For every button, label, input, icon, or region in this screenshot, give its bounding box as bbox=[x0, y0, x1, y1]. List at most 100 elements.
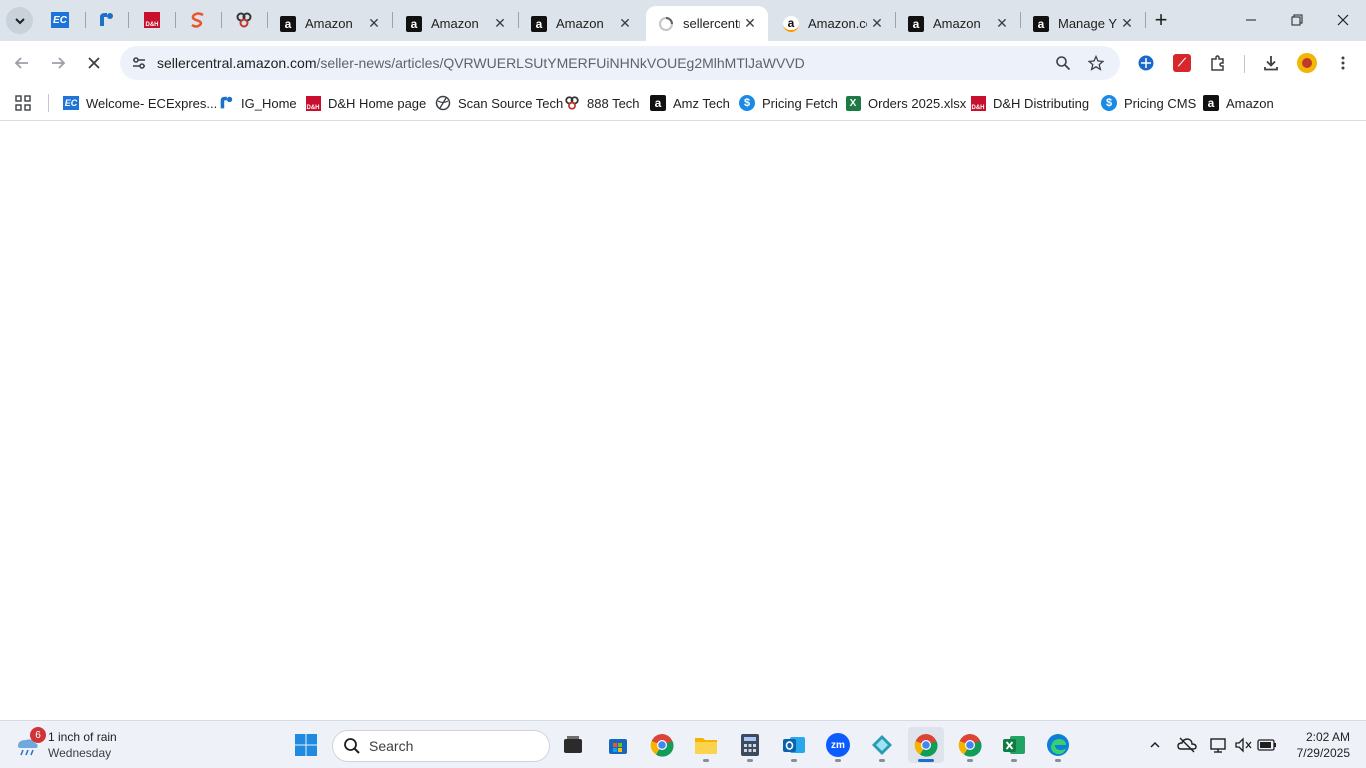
bookmark-dh-distributing[interactable]: D&H D&H Distributing bbox=[970, 90, 1089, 116]
acrobat-icon: ⟋ bbox=[1173, 54, 1191, 72]
bookmark-pricing-fetch[interactable]: $ Pricing Fetch bbox=[739, 90, 838, 116]
taskbar-search[interactable]: Search bbox=[332, 730, 550, 762]
battery-status[interactable] bbox=[1255, 733, 1279, 757]
tab-amazon-2[interactable]: a Amazon ✕ bbox=[394, 6, 518, 41]
bookmark-orders-xlsx[interactable]: X Orders 2025.xlsx bbox=[845, 90, 966, 116]
puzzle-icon bbox=[1211, 55, 1224, 71]
new-tab-button[interactable]: + bbox=[1149, 8, 1173, 32]
weather-summary: 1 inch of rain bbox=[48, 730, 117, 744]
close-icon[interactable]: ✕ bbox=[615, 14, 635, 34]
dh-icon: D&H bbox=[305, 95, 321, 111]
taskbar-calculator[interactable] bbox=[732, 727, 768, 763]
taskbar-chrome-2-active[interactable] bbox=[908, 727, 944, 763]
edge-icon bbox=[1047, 734, 1069, 756]
tune-icon bbox=[133, 57, 145, 69]
close-icon[interactable]: ✕ bbox=[867, 14, 887, 34]
tab-strip: EC D&H a Amazon ✕ a Amazon ✕ a Amazon ✕ … bbox=[0, 0, 1366, 41]
volume-status[interactable] bbox=[1231, 733, 1255, 757]
minimize-icon bbox=[1246, 19, 1256, 21]
show-hidden-icons-button[interactable] bbox=[1143, 733, 1167, 757]
zoom-button[interactable] bbox=[1053, 53, 1073, 73]
close-icon[interactable]: ✕ bbox=[740, 14, 760, 34]
tab-manage[interactable]: a Manage Y ✕ bbox=[1021, 6, 1145, 41]
url-path: /seller-news/articles/QVRWUERLSUtYMERFUi… bbox=[316, 55, 805, 71]
taskbar-chrome-3[interactable] bbox=[952, 727, 988, 763]
taskbar-edge[interactable] bbox=[1040, 727, 1076, 763]
bookmark-pricing-cms[interactable]: $ Pricing CMS bbox=[1101, 90, 1196, 116]
taskbar-excel[interactable] bbox=[996, 727, 1032, 763]
address-bar[interactable]: sellercentral.amazon.com/seller-news/art… bbox=[120, 46, 1120, 80]
close-icon bbox=[1337, 14, 1349, 26]
pinned-tab-ecexpress[interactable]: EC bbox=[48, 8, 72, 32]
bookmark-label: Scan Source Tech bbox=[458, 95, 564, 111]
network-status[interactable] bbox=[1206, 733, 1230, 757]
search-icon bbox=[344, 738, 360, 754]
site-info-button[interactable] bbox=[128, 52, 150, 74]
close-icon[interactable]: ✕ bbox=[992, 14, 1012, 34]
calculator-icon bbox=[741, 734, 759, 756]
close-window-button[interactable] bbox=[1320, 0, 1366, 40]
tab-title: Amazon bbox=[556, 16, 604, 31]
pinned-tab-ig[interactable] bbox=[94, 8, 118, 32]
tab-title: sellercentr bbox=[683, 16, 740, 31]
bookmark-amazon[interactable]: a Amazon bbox=[1203, 90, 1274, 116]
extension-globe-icon bbox=[1138, 55, 1154, 71]
tab-amazon-4[interactable]: a Amazon ✕ bbox=[896, 6, 1020, 41]
tab-title: Manage Y bbox=[1058, 16, 1117, 31]
extensions-button[interactable] bbox=[1206, 51, 1230, 75]
taskbar-chrome-1[interactable] bbox=[644, 727, 680, 763]
system-clock[interactable]: 2:02 AM 7/29/2025 bbox=[1286, 729, 1350, 761]
folder-icon bbox=[695, 738, 717, 754]
back-button[interactable] bbox=[8, 49, 36, 77]
taskbar-zoom[interactable]: zm bbox=[820, 727, 856, 763]
pinned-tab-dh[interactable]: D&H bbox=[140, 8, 164, 32]
taskbar-store[interactable] bbox=[600, 727, 636, 763]
tab-amazon-1[interactable]: a Amazon ✕ bbox=[268, 6, 392, 41]
weather-widget[interactable]: 6 1 inch of rain Wednesday bbox=[14, 727, 117, 763]
bookmark-888-tech[interactable]: 888 Tech bbox=[564, 90, 640, 116]
taskbar-outlook[interactable] bbox=[776, 727, 812, 763]
bookmark-star-button[interactable] bbox=[1086, 53, 1106, 73]
extension-pdf-button[interactable]: ⟋ bbox=[1170, 51, 1194, 75]
pinned-tab-888[interactable] bbox=[232, 8, 256, 32]
bookmark-label: IG_Home bbox=[241, 95, 297, 111]
pinned-tab-scansource[interactable] bbox=[186, 8, 210, 32]
tab-title: Amazon bbox=[933, 16, 981, 31]
profile-button[interactable] bbox=[1295, 51, 1319, 75]
forward-button[interactable] bbox=[44, 49, 72, 77]
downloads-button[interactable] bbox=[1259, 51, 1283, 75]
amazon-icon: a bbox=[280, 15, 296, 32]
bookmark-scansource[interactable]: Scan Source Tech bbox=[435, 90, 563, 116]
bookmark-label: Welcome- ECExpres... bbox=[86, 95, 218, 111]
cloud-offline-icon bbox=[1177, 737, 1197, 753]
close-icon[interactable]: ✕ bbox=[1117, 14, 1137, 34]
apps-button[interactable] bbox=[14, 90, 32, 116]
bookmark-ecexpress[interactable]: EC Welcome- ECExpres... bbox=[63, 90, 217, 116]
bookmark-label: D&H Distributing bbox=[993, 95, 1090, 111]
bookmark-label: Amz Tech bbox=[673, 95, 730, 111]
taskbar-file-explorer[interactable] bbox=[688, 727, 724, 763]
store-icon bbox=[609, 739, 627, 754]
taskbar-app-gem[interactable] bbox=[864, 727, 900, 763]
taskbar-task-view[interactable] bbox=[555, 727, 591, 763]
close-icon[interactable]: ✕ bbox=[490, 14, 510, 34]
minimize-button[interactable] bbox=[1228, 0, 1274, 40]
bookmark-ig-home[interactable]: IG_Home bbox=[218, 90, 297, 116]
tab-amazon-3[interactable]: a Amazon ✕ bbox=[519, 6, 643, 41]
tab-title: Amazon bbox=[305, 16, 353, 31]
amazon-icon: a bbox=[908, 15, 924, 32]
tab-amazon-co[interactable]: a Amazon.co ✕ bbox=[771, 6, 895, 41]
tab-sellercentral-active[interactable]: sellercentr ✕ bbox=[646, 6, 768, 41]
bookmark-dh-home[interactable]: D&H D&H Home page bbox=[305, 90, 426, 116]
start-button[interactable] bbox=[288, 727, 324, 763]
tab-search-button[interactable] bbox=[6, 7, 33, 34]
tab-title: Amazon.co bbox=[808, 16, 867, 31]
close-icon[interactable]: ✕ bbox=[364, 14, 384, 34]
extension-1-button[interactable] bbox=[1134, 51, 1158, 75]
amazon-icon: a bbox=[650, 95, 666, 111]
onedrive-status[interactable] bbox=[1175, 733, 1199, 757]
bookmark-amz-tech[interactable]: a Amz Tech bbox=[650, 90, 730, 116]
restore-button[interactable] bbox=[1274, 0, 1320, 40]
menu-button[interactable] bbox=[1331, 51, 1355, 75]
stop-loading-button[interactable] bbox=[80, 49, 108, 77]
